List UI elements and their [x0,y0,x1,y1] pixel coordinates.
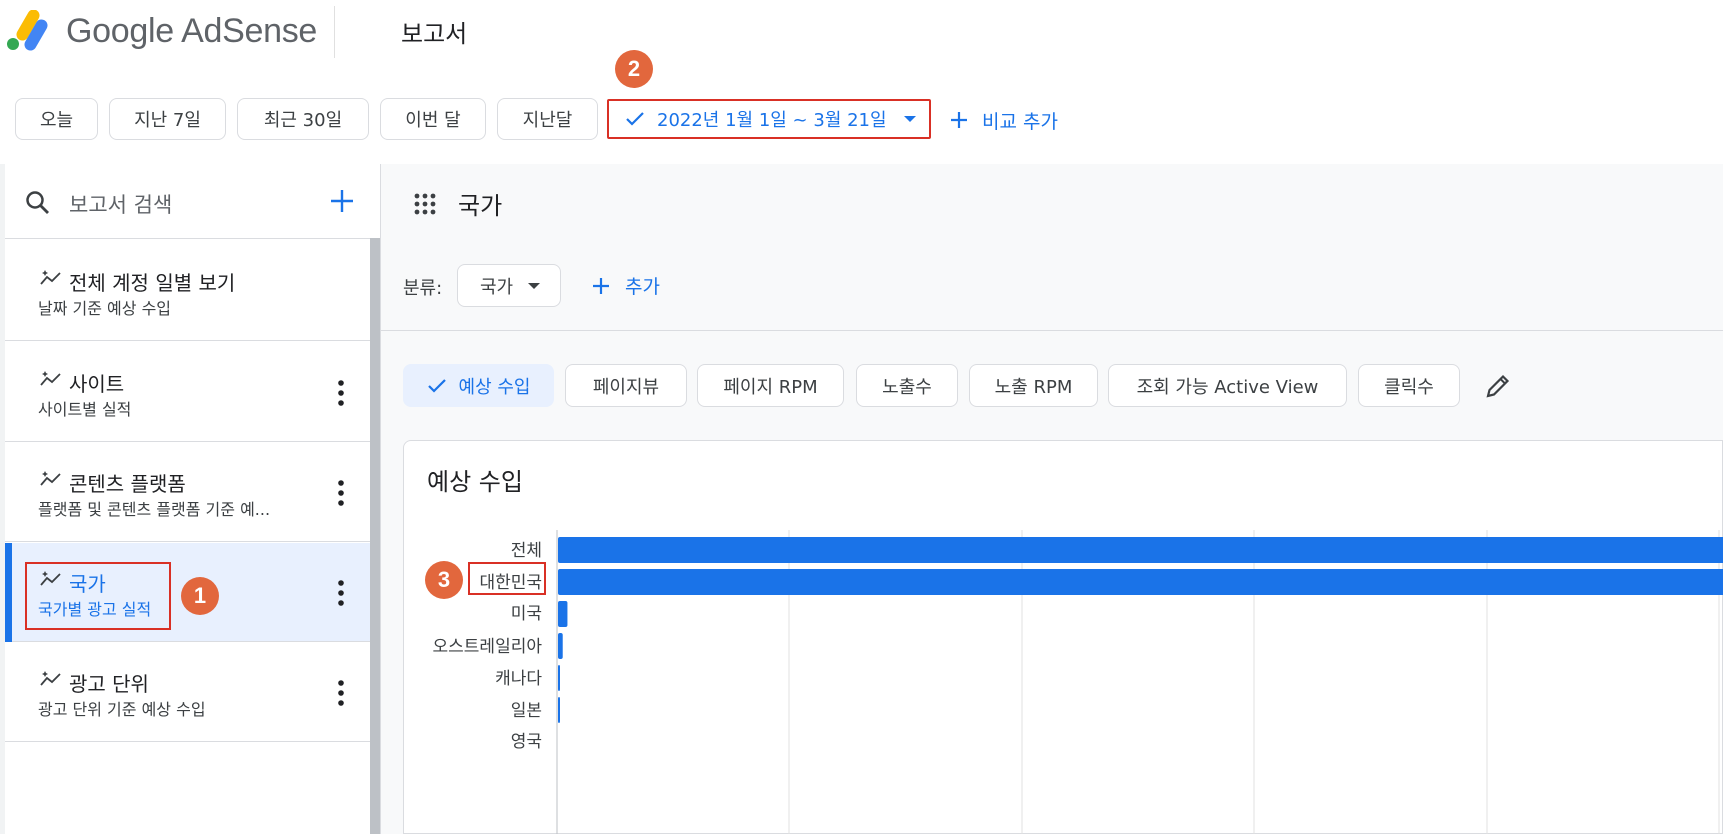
plus-icon [951,112,967,128]
date-range-selector[interactable]: 2022년 1월 1일 ~ 3월 21일 [607,99,931,139]
report-item-subtitle: 날짜 기준 예상 수입 [38,299,172,318]
group-by-value: 국가 [480,276,514,298]
bar-1[interactable] [558,569,1723,595]
report-item-title: 사이트 [69,372,125,396]
date-chip-last-7-days[interactable]: 지난 7일 [109,98,226,140]
more-vert-icon[interactable] [335,679,347,707]
metric-chip-active-view[interactable]: 조회 가능 Active View [1108,364,1347,407]
category-label-usa: 미국 [510,604,542,624]
report-item-daily-account[interactable]: 전체 계정 일별 보기 날짜 기준 예상 수입 [5,242,370,341]
group-by-label: 분류: [403,278,443,299]
date-chip-last-month[interactable]: 지난달 [497,98,598,140]
header-divider [334,6,335,58]
bar-2[interactable] [558,601,568,627]
adsense-logo-icon [7,10,48,51]
report-search-input[interactable]: 보고서 검색 [69,189,172,219]
group-by-dropdown[interactable]: 국가 [457,264,561,307]
dropdown-arrow-icon [903,116,916,122]
chart-title: 예상 수입 [427,468,523,496]
more-vert-icon[interactable] [335,379,347,407]
add-dimension-label: 추가 [625,276,660,298]
sparkle-trend-icon [40,671,61,686]
category-label-japan: 일본 [510,701,542,721]
bar-5[interactable] [558,697,560,723]
add-compare-button[interactable]: 비교 추가 [948,104,1058,136]
date-chip-last-30-days[interactable]: 최근 30일 [237,98,369,140]
highlight-box [468,562,546,595]
more-vert-icon[interactable] [335,579,347,607]
report-item-subtitle: 광고 단위 기준 예상 수입 [38,700,206,719]
report-item-subtitle: 국가별 광고 실적 [38,600,152,619]
active-item-indicator [5,543,12,642]
report-item-title: 전체 계정 일별 보기 [69,271,236,295]
category-label-all: 전체 [510,541,542,561]
sparkle-trend-icon [40,471,61,486]
report-item-content-platform[interactable]: 콘텐츠 플랫폼 플랫폼 및 콘텐츠 플랫폼 기준 예... [5,443,370,542]
page-title: 보고서 [401,20,468,48]
report-item-subtitle: 사이트별 실적 [38,400,132,419]
check-icon [427,378,446,393]
plus-icon [593,277,609,294]
bar-3[interactable] [558,633,563,659]
annotation-badge-3: 3 [425,561,463,599]
category-label-uk: 영국 [510,732,542,752]
report-title: 국가 [458,192,503,220]
add-dimension-button[interactable]: 추가 [591,272,660,299]
apps-grid-icon[interactable] [414,193,436,215]
report-header: 국가 [381,164,1723,241]
bar-4[interactable] [558,665,560,691]
add-compare-label: 비교 추가 [982,110,1058,133]
report-item-ad-units[interactable]: 광고 단위 광고 단위 기준 예상 수입 [5,643,370,742]
category-label-australia: 오스트레일리아 [432,637,542,657]
edit-pencil-icon[interactable] [1484,372,1512,400]
sparkle-trend-icon [40,371,61,386]
metric-chip-estimated-earnings[interactable]: 예상 수입 [403,364,554,407]
report-item-country[interactable]: 국가 국가별 광고 실적 1 [5,543,370,642]
sparkle-trend-icon [40,270,61,285]
report-item-title: 국가 [69,572,106,596]
metric-chip-page-views[interactable]: 페이지뷰 [565,364,687,407]
report-item-title: 콘텐츠 플랫폼 [69,472,186,496]
product-logo-text: Google AdSense [66,12,317,50]
add-report-icon[interactable] [329,188,355,214]
dropdown-arrow-icon [528,282,541,289]
date-chip-today[interactable]: 오늘 [15,98,98,140]
sparkle-trend-icon [40,571,61,586]
date-chip-this-month[interactable]: 이번 달 [380,98,486,140]
check-icon [626,112,644,126]
annotation-badge-2: 2 [615,50,653,88]
annotation-badge-1: 1 [181,577,219,615]
report-item-sites[interactable]: 사이트 사이트별 실적 [5,343,370,442]
search-icon [26,191,49,214]
date-range-label: 2022년 1월 1일 ~ 3월 21일 [657,110,887,131]
report-item-subtitle: 플랫폼 및 콘텐츠 플랫폼 기준 예... [38,500,271,519]
report-search-bar[interactable]: 보고서 검색 [5,164,380,239]
metric-chip-clicks[interactable]: 클릭수 [1358,364,1460,407]
metric-chip-impressions[interactable]: 노출수 [856,364,958,407]
metric-label: 예상 수입 [458,376,531,398]
sidebar-scrollbar[interactable] [370,238,380,834]
grouping-row: 분류: 국가 추가 [381,240,1723,331]
report-item-title: 광고 단위 [69,672,149,696]
bar-chart [556,530,1723,834]
more-vert-icon[interactable] [335,479,347,507]
bar-0[interactable] [558,537,1723,563]
metric-chip-page-rpm[interactable]: 페이지 RPM [697,364,844,407]
metric-chip-impression-rpm[interactable]: 노출 RPM [969,364,1098,407]
category-label-canada: 캐나다 [495,669,542,689]
